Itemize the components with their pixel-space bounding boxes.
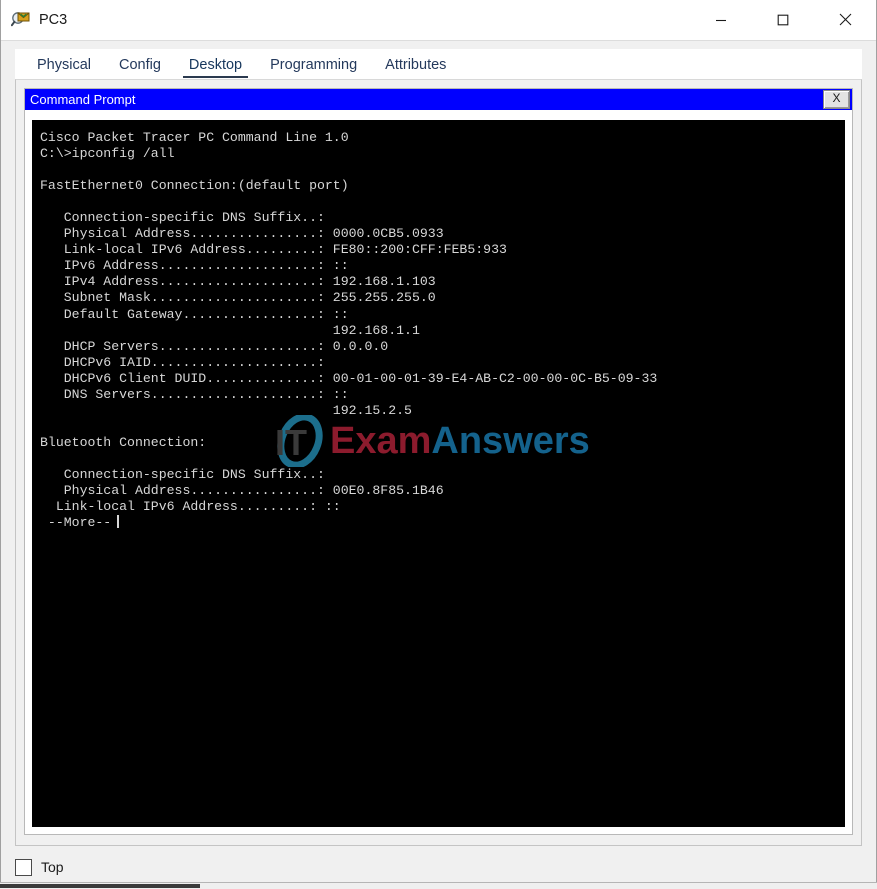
window-title-area: PC3 bbox=[1, 10, 690, 30]
command-prompt-close-button[interactable]: X bbox=[823, 90, 850, 109]
pc-device-window: PC3 Physical Config Desktop Programming … bbox=[0, 0, 877, 889]
taskbar bbox=[0, 882, 877, 889]
tab-attributes[interactable]: Attributes bbox=[371, 57, 460, 79]
close-button[interactable] bbox=[814, 0, 876, 39]
terminal-line: DNS Servers.....................: :: bbox=[40, 386, 349, 402]
tab-programming[interactable]: Programming bbox=[256, 57, 371, 79]
terminal-output[interactable]: Cisco Packet Tracer PC Command Line 1.0 C… bbox=[32, 120, 845, 827]
terminal-cursor bbox=[117, 515, 120, 529]
terminal-line: Bluetooth Connection: bbox=[40, 434, 207, 450]
terminal-line: IPv4 Address....................: 192.16… bbox=[40, 274, 436, 290]
tab-desktop[interactable]: Desktop bbox=[175, 57, 256, 79]
terminal-line: IPv6 Address....................: :: bbox=[40, 258, 349, 274]
terminal-line: Default Gateway.................: :: bbox=[40, 306, 349, 322]
window-title-text: PC3 bbox=[39, 12, 68, 28]
tabstrip-container: Physical Config Desktop Programming Attr… bbox=[1, 41, 876, 79]
packet-tracer-pc-icon bbox=[10, 10, 31, 30]
terminal-line: DHCPv6 Client DUID..............: 00-01-… bbox=[40, 370, 658, 386]
terminal-line: DHCP Servers....................: 0.0.0.… bbox=[40, 338, 389, 354]
terminal-line: Cisco Packet Tracer PC Command Line 1.0 bbox=[40, 130, 349, 145]
more-prompt-text: --More-- bbox=[40, 515, 112, 531]
minimize-icon bbox=[716, 19, 726, 21]
terminal-line: Connection-specific DNS Suffix..: bbox=[40, 466, 325, 482]
command-prompt-title-gap bbox=[25, 110, 852, 120]
terminal-line: 192.168.1.1 bbox=[40, 322, 420, 338]
more-prompt: --More-- bbox=[40, 515, 845, 531]
terminal-line: Physical Address................: 00E0.8… bbox=[40, 483, 444, 499]
maximize-button[interactable] bbox=[752, 0, 814, 39]
maximize-icon bbox=[777, 14, 789, 25]
terminal-line: Physical Address................: 0000.0… bbox=[40, 226, 444, 242]
terminal-line: Subnet Mask.....................: 255.25… bbox=[40, 290, 436, 306]
command-prompt-body: Cisco Packet Tracer PC Command Line 1.0 C… bbox=[25, 120, 852, 834]
command-prompt-titlebar: Command Prompt X bbox=[25, 89, 852, 110]
window-titlebar: PC3 bbox=[1, 0, 876, 41]
terminal-line: Link-local IPv6 Address.........: :: bbox=[40, 499, 341, 515]
terminal-line: Link-local IPv6 Address.........: FE80::… bbox=[40, 242, 507, 258]
tabstrip: Physical Config Desktop Programming Attr… bbox=[15, 49, 862, 79]
window-controls bbox=[690, 0, 876, 40]
tab-config[interactable]: Config bbox=[105, 57, 175, 79]
command-prompt-title: Command Prompt bbox=[30, 92, 136, 107]
desktop-panel: Command Prompt X Cisco Packet Tracer PC … bbox=[15, 79, 862, 846]
close-icon bbox=[839, 13, 851, 26]
terminal-line: DHCPv6 IAID.....................: bbox=[40, 354, 325, 370]
terminal-line: FastEthernet0 Connection:(default port) bbox=[40, 178, 349, 194]
top-checkbox-label: Top bbox=[41, 859, 64, 875]
terminal-line: Connection-specific DNS Suffix..: bbox=[40, 210, 325, 226]
terminal-line: 192.15.2.5 bbox=[40, 402, 412, 418]
command-prompt-window: Command Prompt X Cisco Packet Tracer PC … bbox=[24, 88, 853, 835]
terminal-line: C:\>ipconfig /all bbox=[40, 146, 175, 162]
top-checkbox[interactable] bbox=[15, 858, 32, 876]
minimize-button[interactable] bbox=[690, 0, 752, 39]
tab-physical[interactable]: Physical bbox=[23, 57, 105, 79]
